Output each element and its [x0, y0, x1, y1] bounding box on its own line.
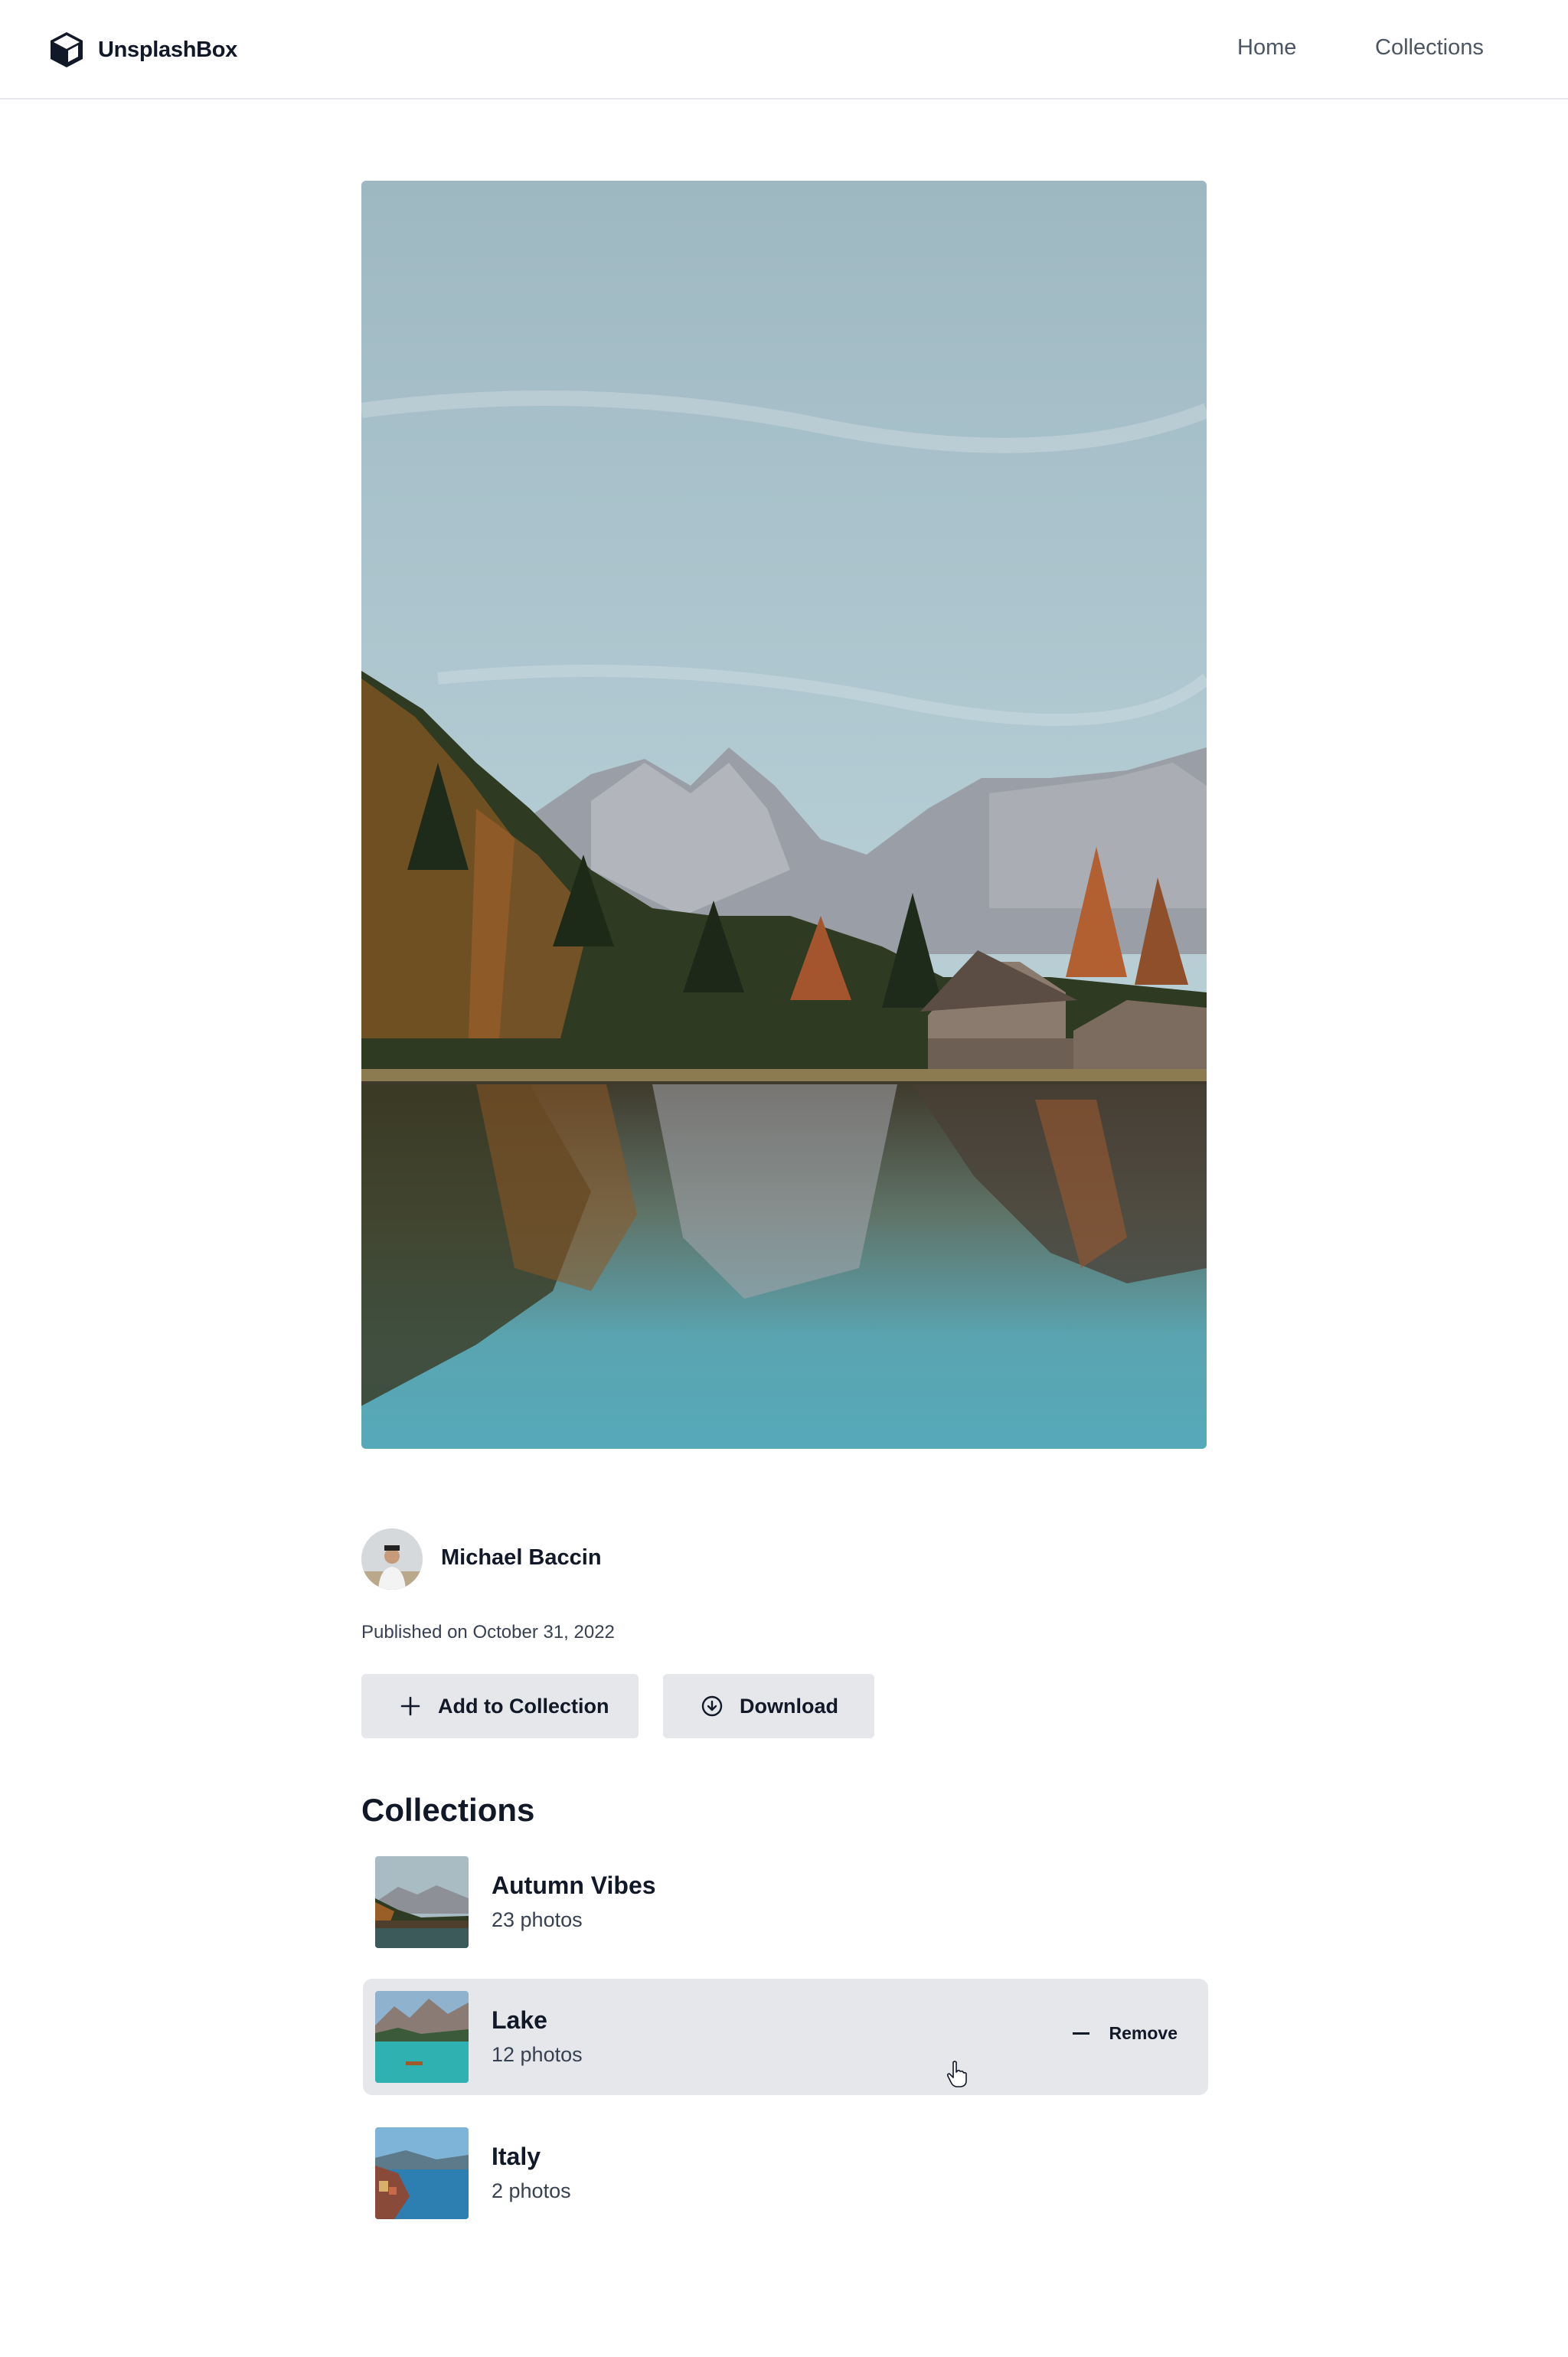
collection-count: 23 photos — [492, 1908, 583, 1931]
remove-from-collection-button[interactable]: Remove — [1072, 2023, 1178, 2044]
photo-image — [361, 181, 1207, 1449]
minus-icon — [1072, 2032, 1089, 2035]
download-button[interactable]: Download — [663, 1674, 874, 1738]
published-date: Published on October 31, 2022 — [361, 1622, 615, 1643]
collection-count: 12 photos — [492, 2043, 583, 2066]
collection-name: Lake — [492, 2006, 547, 2034]
add-to-collection-button[interactable]: Add to Collection — [361, 1674, 639, 1738]
download-circle-icon — [701, 1695, 723, 1717]
collection-row-autumn-vibes[interactable]: Autumn Vibes 23 photos — [363, 1844, 1208, 1960]
collection-count: 2 photos — [492, 2179, 571, 2202]
collection-thumbnail — [375, 2127, 469, 2219]
collection-row-italy[interactable]: Italy 2 photos — [363, 2115, 1208, 2231]
nav-collections-link[interactable]: Collections — [1375, 35, 1484, 60]
collection-row-lake[interactable]: Lake 12 photos Remove — [363, 1979, 1208, 2095]
plus-icon — [400, 1696, 420, 1716]
brand-name: UnsplashBox — [98, 37, 238, 62]
top-navbar: UnsplashBox Home Collections — [0, 0, 1568, 100]
nav-home-link[interactable]: Home — [1237, 35, 1296, 60]
author-name[interactable]: Michael Baccin — [441, 1545, 602, 1571]
collection-thumbnail — [375, 1856, 469, 1948]
pointer-hand-icon — [946, 2061, 967, 2087]
collection-name: Italy — [492, 2143, 541, 2170]
brand-link[interactable]: UnsplashBox — [49, 31, 237, 69]
collection-name: Autumn Vibes — [492, 1872, 656, 1899]
collections-heading: Collections — [361, 1792, 535, 1828]
remove-label: Remove — [1109, 2023, 1178, 2043]
author-avatar[interactable] — [361, 1528, 423, 1590]
cube-icon — [51, 32, 83, 67]
download-label: Download — [740, 1694, 838, 1718]
add-to-collection-label: Add to Collection — [438, 1694, 609, 1718]
collection-thumbnail — [375, 1991, 469, 2083]
